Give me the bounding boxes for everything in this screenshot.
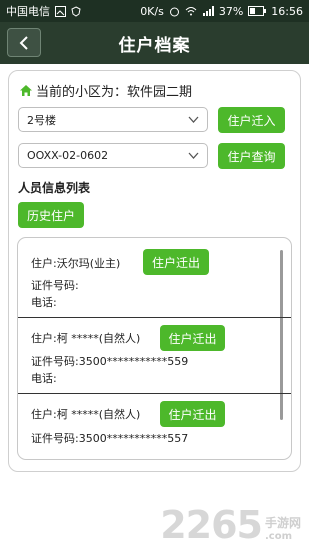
move-out-button[interactable]: 住户迁出 bbox=[160, 401, 225, 427]
chevron-left-icon bbox=[19, 35, 28, 50]
resident-phone: 电话: bbox=[31, 296, 57, 309]
building-select-value: 2号楼 bbox=[27, 113, 56, 127]
resident-phone: 电话: bbox=[31, 372, 57, 385]
resident-name: 住户:沃尔玛(业主) bbox=[31, 257, 121, 270]
query-button[interactable]: 住户查询 bbox=[218, 143, 285, 169]
chevron-down-icon bbox=[188, 152, 199, 159]
move-out-button[interactable]: 住户迁出 bbox=[143, 249, 209, 275]
watermark-domain: .com bbox=[264, 531, 293, 542]
building-select[interactable]: 2号楼 bbox=[18, 107, 208, 132]
divider bbox=[18, 317, 291, 318]
room-select-value: OOXX-02-0602 bbox=[27, 149, 109, 162]
shield-icon bbox=[71, 5, 81, 17]
network-speed: 0K/s bbox=[140, 4, 164, 18]
alarm-icon bbox=[169, 7, 179, 16]
resident-list[interactable]: 住户:沃尔玛(业主) 住户迁出 证件号码: 电话: 住户:柯 *****(自然人… bbox=[17, 237, 292, 460]
watermark-number: 2265 bbox=[160, 503, 263, 547]
move-out-button[interactable]: 住户迁出 bbox=[160, 325, 225, 351]
watermark-logo: 2265 手游网 .com bbox=[160, 506, 301, 544]
move-in-button[interactable]: 住户迁入 bbox=[218, 107, 285, 133]
battery-percent: 37% bbox=[218, 4, 244, 18]
scrollbar[interactable] bbox=[280, 250, 283, 420]
list-title: 人员信息列表 bbox=[18, 181, 91, 195]
room-select[interactable]: OOXX-02-0602 bbox=[18, 143, 208, 168]
status-bar: 中国电信 0K/s 37% 16:56 bbox=[0, 0, 309, 22]
title-bar: 住户档案 bbox=[0, 22, 309, 64]
chevron-down-icon bbox=[188, 116, 199, 123]
home-icon bbox=[20, 85, 32, 96]
history-button[interactable]: 历史住户 bbox=[18, 202, 84, 228]
current-community: 当前的小区为：软件园二期 bbox=[19, 81, 192, 100]
image-icon bbox=[55, 5, 66, 17]
clock: 16:56 bbox=[271, 4, 303, 18]
resident-id: 证件号码: bbox=[31, 279, 79, 292]
carrier-label: 中国电信 bbox=[6, 5, 50, 18]
resident-card: 当前的小区为：软件园二期 2号楼 住户迁入 OOXX-02-0602 住户查询 … bbox=[8, 70, 301, 472]
resident-id: 证件号码:3500***********559 bbox=[31, 355, 189, 368]
watermark-sub: 手游网 bbox=[264, 516, 301, 530]
divider bbox=[18, 393, 291, 394]
resident-name: 住户:柯 *****(自然人) bbox=[31, 408, 141, 421]
back-button[interactable] bbox=[7, 28, 41, 57]
battery-icon bbox=[248, 6, 267, 16]
wifi-icon bbox=[185, 7, 197, 16]
resident-id: 证件号码:3500***********557 bbox=[31, 432, 189, 445]
resident-name: 住户:柯 *****(自然人) bbox=[31, 332, 141, 345]
page-title: 住户档案 bbox=[118, 35, 191, 56]
signal-icon bbox=[202, 6, 214, 16]
community-label: 当前的小区为：软件园二期 bbox=[36, 85, 193, 100]
